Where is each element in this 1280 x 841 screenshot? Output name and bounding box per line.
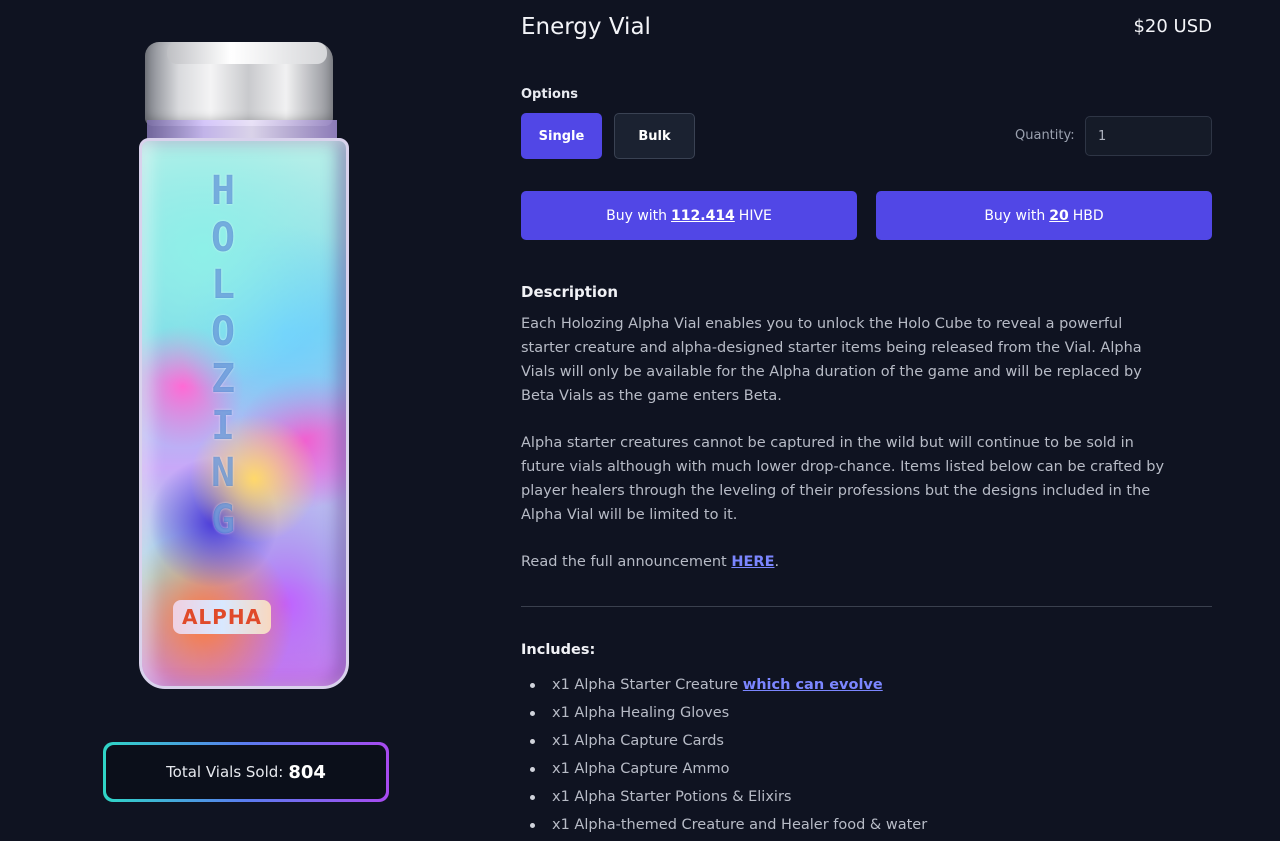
list-item-text: x1 Alpha Starter Potions & Elixirs (552, 789, 792, 805)
vial-alpha-badge: ALPHA (173, 600, 271, 634)
product-image: H O L O Z I N G ALPHA (135, 38, 350, 689)
buy-hbd-amount: 20 (1049, 207, 1069, 224)
buy-hive-currency: HIVE (738, 207, 772, 224)
vial-letter: O (210, 215, 236, 261)
list-item: x1 Alpha Capture Cards (530, 729, 927, 757)
list-item: x1 Alpha-themed Creature and Healer food… (530, 813, 927, 841)
bullet-icon (530, 739, 535, 744)
description-paragraph-1: Each Holozing Alpha Vial enables you to … (521, 316, 1142, 404)
list-item-text: x1 Alpha Capture Cards (552, 733, 724, 749)
product-title: Energy Vial (521, 14, 651, 40)
vial-cap (145, 42, 333, 126)
buy-hbd-currency: HBD (1072, 207, 1104, 224)
quantity-input[interactable] (1085, 116, 1212, 156)
evolve-link[interactable]: which can evolve (743, 677, 883, 693)
vial-letter: I (210, 403, 236, 449)
vial-letter: H (210, 168, 236, 214)
buy-hbd-prefix: Buy with (984, 207, 1046, 224)
vial-letter: L (210, 262, 236, 308)
list-item: x1 Alpha Starter Creature which can evol… (530, 673, 927, 701)
buy-with-hive-button[interactable]: Buy with 112.414 HIVE (521, 191, 857, 240)
section-divider (521, 606, 1212, 607)
bullet-icon (530, 795, 535, 800)
bullet-icon (530, 683, 535, 688)
announcement-line: Read the full announcement HERE. (521, 550, 1171, 574)
announcement-text: Read the full announcement (521, 554, 727, 570)
buy-hive-amount: 112.414 (671, 207, 735, 224)
total-sold-panel: Total Vials Sold: 804 (103, 742, 389, 802)
bullet-icon (530, 711, 535, 716)
bullet-icon (530, 767, 535, 772)
vial-logo-text: H O L O Z I N G (203, 168, 243, 544)
list-item-text: x1 Alpha-themed Creature and Healer food… (552, 817, 928, 833)
total-sold-label: Total Vials Sold: (166, 763, 284, 781)
vial-letter: Z (210, 356, 236, 402)
list-item-text: x1 Alpha Starter Creature (552, 677, 739, 693)
option-single-button[interactable]: Single (521, 113, 602, 159)
vial-cap-top (167, 42, 327, 64)
product-price: $20 USD (1133, 16, 1212, 37)
total-sold-value: 804 (288, 761, 326, 783)
includes-list: x1 Alpha Starter Creature which can evol… (530, 673, 927, 841)
description-heading: Description (521, 283, 619, 301)
bullet-icon (530, 823, 535, 828)
vial-letter: O (210, 309, 236, 355)
list-item-text: x1 Alpha Healing Gloves (552, 705, 730, 721)
list-item: x1 Alpha Capture Ammo (530, 757, 927, 785)
vial-letter: N (210, 450, 236, 496)
announcement-suffix: . (774, 554, 780, 570)
description-paragraph-2: Alpha starter creatures cannot be captur… (521, 435, 1165, 523)
buy-with-hbd-button[interactable]: Buy with 20 HBD (876, 191, 1212, 240)
list-item: x1 Alpha Starter Potions & Elixirs (530, 785, 927, 813)
includes-heading: Includes: (521, 642, 596, 658)
list-item: x1 Alpha Healing Gloves (530, 701, 927, 729)
total-sold-inner: Total Vials Sold: 804 (106, 745, 386, 799)
list-item-text: x1 Alpha Capture Ammo (552, 761, 730, 777)
quantity-label: Quantity: (1015, 128, 1075, 143)
announcement-link[interactable]: HERE (731, 554, 774, 570)
buy-hive-prefix: Buy with (606, 207, 668, 224)
options-label: Options (521, 87, 578, 102)
option-bulk-button[interactable]: Bulk (614, 113, 695, 159)
vial-letter: G (210, 497, 236, 543)
